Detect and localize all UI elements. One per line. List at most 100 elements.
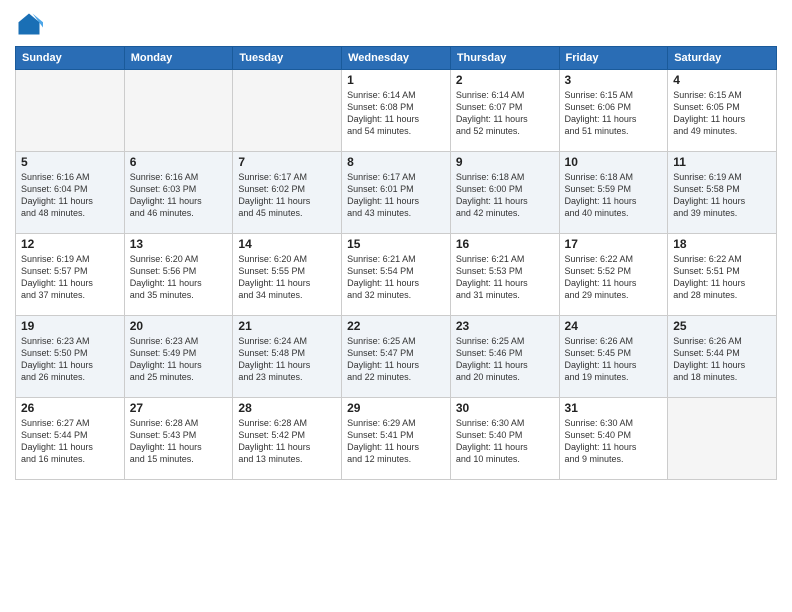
day-number: 6 bbox=[130, 155, 228, 169]
day-info: Sunrise: 6:28 AMSunset: 5:42 PMDaylight:… bbox=[238, 417, 336, 466]
calendar-cell: 22 Sunrise: 6:25 AMSunset: 5:47 PMDayligh… bbox=[342, 316, 451, 398]
day-number: 20 bbox=[130, 319, 228, 333]
day-number: 13 bbox=[130, 237, 228, 251]
calendar-cell bbox=[668, 398, 777, 480]
day-info: Sunrise: 6:14 AMSunset: 6:08 PMDaylight:… bbox=[347, 89, 445, 138]
weekday-thursday: Thursday bbox=[450, 47, 559, 70]
day-number: 19 bbox=[21, 319, 119, 333]
header bbox=[15, 10, 777, 38]
day-info: Sunrise: 6:20 AMSunset: 5:56 PMDaylight:… bbox=[130, 253, 228, 302]
day-number: 11 bbox=[673, 155, 771, 169]
weekday-wednesday: Wednesday bbox=[342, 47, 451, 70]
calendar-cell: 10 Sunrise: 6:18 AMSunset: 5:59 PMDayligh… bbox=[559, 152, 668, 234]
calendar-cell: 14 Sunrise: 6:20 AMSunset: 5:55 PMDayligh… bbox=[233, 234, 342, 316]
calendar-cell: 2 Sunrise: 6:14 AMSunset: 6:07 PMDaylight… bbox=[450, 70, 559, 152]
day-info: Sunrise: 6:22 AMSunset: 5:52 PMDaylight:… bbox=[565, 253, 663, 302]
day-info: Sunrise: 6:21 AMSunset: 5:53 PMDaylight:… bbox=[456, 253, 554, 302]
day-info: Sunrise: 6:16 AMSunset: 6:04 PMDaylight:… bbox=[21, 171, 119, 220]
day-number: 23 bbox=[456, 319, 554, 333]
day-info: Sunrise: 6:23 AMSunset: 5:49 PMDaylight:… bbox=[130, 335, 228, 384]
weekday-friday: Friday bbox=[559, 47, 668, 70]
day-number: 18 bbox=[673, 237, 771, 251]
calendar-cell: 4 Sunrise: 6:15 AMSunset: 6:05 PMDaylight… bbox=[668, 70, 777, 152]
day-info: Sunrise: 6:17 AMSunset: 6:01 PMDaylight:… bbox=[347, 171, 445, 220]
day-info: Sunrise: 6:19 AMSunset: 5:58 PMDaylight:… bbox=[673, 171, 771, 220]
day-number: 8 bbox=[347, 155, 445, 169]
day-info: Sunrise: 6:25 AMSunset: 5:46 PMDaylight:… bbox=[456, 335, 554, 384]
day-info: Sunrise: 6:14 AMSunset: 6:07 PMDaylight:… bbox=[456, 89, 554, 138]
day-number: 7 bbox=[238, 155, 336, 169]
day-number: 5 bbox=[21, 155, 119, 169]
calendar-cell: 7 Sunrise: 6:17 AMSunset: 6:02 PMDaylight… bbox=[233, 152, 342, 234]
calendar-cell: 17 Sunrise: 6:22 AMSunset: 5:52 PMDayligh… bbox=[559, 234, 668, 316]
calendar-cell: 20 Sunrise: 6:23 AMSunset: 5:49 PMDayligh… bbox=[124, 316, 233, 398]
calendar: SundayMondayTuesdayWednesdayThursdayFrid… bbox=[15, 46, 777, 480]
weekday-saturday: Saturday bbox=[668, 47, 777, 70]
day-number: 31 bbox=[565, 401, 663, 415]
day-info: Sunrise: 6:18 AMSunset: 6:00 PMDaylight:… bbox=[456, 171, 554, 220]
weekday-tuesday: Tuesday bbox=[233, 47, 342, 70]
calendar-cell: 27Sunrise: 6:28 AMSunset: 5:43 PMDayligh… bbox=[124, 398, 233, 480]
day-info: Sunrise: 6:28 AMSunset: 5:43 PMDaylight:… bbox=[130, 417, 228, 466]
day-number: 10 bbox=[565, 155, 663, 169]
day-number: 4 bbox=[673, 73, 771, 87]
calendar-cell: 11 Sunrise: 6:19 AMSunset: 5:58 PMDayligh… bbox=[668, 152, 777, 234]
calendar-cell: 30Sunrise: 6:30 AMSunset: 5:40 PMDayligh… bbox=[450, 398, 559, 480]
day-info: Sunrise: 6:22 AMSunset: 5:51 PMDaylight:… bbox=[673, 253, 771, 302]
calendar-cell bbox=[16, 70, 125, 152]
day-number: 14 bbox=[238, 237, 336, 251]
weekday-header-row: SundayMondayTuesdayWednesdayThursdayFrid… bbox=[16, 47, 777, 70]
day-number: 15 bbox=[347, 237, 445, 251]
day-number: 29 bbox=[347, 401, 445, 415]
day-number: 17 bbox=[565, 237, 663, 251]
calendar-cell: 12 Sunrise: 6:19 AMSunset: 5:57 PMDayligh… bbox=[16, 234, 125, 316]
day-info: Sunrise: 6:26 AMSunset: 5:44 PMDaylight:… bbox=[673, 335, 771, 384]
day-info: Sunrise: 6:23 AMSunset: 5:50 PMDaylight:… bbox=[21, 335, 119, 384]
calendar-cell: 23 Sunrise: 6:25 AMSunset: 5:46 PMDayligh… bbox=[450, 316, 559, 398]
day-number: 26 bbox=[21, 401, 119, 415]
day-info: Sunrise: 6:21 AMSunset: 5:54 PMDaylight:… bbox=[347, 253, 445, 302]
calendar-cell: 1Sunrise: 6:14 AMSunset: 6:08 PMDaylight… bbox=[342, 70, 451, 152]
day-info: Sunrise: 6:17 AMSunset: 6:02 PMDaylight:… bbox=[238, 171, 336, 220]
day-info: Sunrise: 6:20 AMSunset: 5:55 PMDaylight:… bbox=[238, 253, 336, 302]
day-info: Sunrise: 6:18 AMSunset: 5:59 PMDaylight:… bbox=[565, 171, 663, 220]
weekday-sunday: Sunday bbox=[16, 47, 125, 70]
day-number: 12 bbox=[21, 237, 119, 251]
day-info: Sunrise: 6:27 AMSunset: 5:44 PMDaylight:… bbox=[21, 417, 119, 466]
calendar-cell: 5 Sunrise: 6:16 AMSunset: 6:04 PMDaylight… bbox=[16, 152, 125, 234]
day-info: Sunrise: 6:24 AMSunset: 5:48 PMDaylight:… bbox=[238, 335, 336, 384]
weekday-monday: Monday bbox=[124, 47, 233, 70]
calendar-cell: 24Sunrise: 6:26 AMSunset: 5:45 PMDayligh… bbox=[559, 316, 668, 398]
day-info: Sunrise: 6:16 AMSunset: 6:03 PMDaylight:… bbox=[130, 171, 228, 220]
day-number: 21 bbox=[238, 319, 336, 333]
day-number: 24 bbox=[565, 319, 663, 333]
calendar-cell: 31Sunrise: 6:30 AMSunset: 5:40 PMDayligh… bbox=[559, 398, 668, 480]
calendar-cell: 19 Sunrise: 6:23 AMSunset: 5:50 PMDayligh… bbox=[16, 316, 125, 398]
calendar-cell: 21 Sunrise: 6:24 AMSunset: 5:48 PMDayligh… bbox=[233, 316, 342, 398]
day-number: 9 bbox=[456, 155, 554, 169]
calendar-cell: 13 Sunrise: 6:20 AMSunset: 5:56 PMDayligh… bbox=[124, 234, 233, 316]
day-info: Sunrise: 6:25 AMSunset: 5:47 PMDaylight:… bbox=[347, 335, 445, 384]
week-row-1: 1Sunrise: 6:14 AMSunset: 6:08 PMDaylight… bbox=[16, 70, 777, 152]
day-number: 30 bbox=[456, 401, 554, 415]
calendar-cell: 3Sunrise: 6:15 AMSunset: 6:06 PMDaylight… bbox=[559, 70, 668, 152]
calendar-cell bbox=[233, 70, 342, 152]
calendar-cell: 18 Sunrise: 6:22 AMSunset: 5:51 PMDayligh… bbox=[668, 234, 777, 316]
day-info: Sunrise: 6:15 AMSunset: 6:06 PMDaylight:… bbox=[565, 89, 663, 138]
calendar-cell: 28 Sunrise: 6:28 AMSunset: 5:42 PMDayligh… bbox=[233, 398, 342, 480]
day-number: 16 bbox=[456, 237, 554, 251]
day-info: Sunrise: 6:29 AMSunset: 5:41 PMDaylight:… bbox=[347, 417, 445, 466]
day-info: Sunrise: 6:19 AMSunset: 5:57 PMDaylight:… bbox=[21, 253, 119, 302]
calendar-cell: 15 Sunrise: 6:21 AMSunset: 5:54 PMDayligh… bbox=[342, 234, 451, 316]
week-row-5: 26 Sunrise: 6:27 AMSunset: 5:44 PMDayligh… bbox=[16, 398, 777, 480]
day-number: 25 bbox=[673, 319, 771, 333]
calendar-cell: 16 Sunrise: 6:21 AMSunset: 5:53 PMDayligh… bbox=[450, 234, 559, 316]
day-number: 2 bbox=[456, 73, 554, 87]
day-info: Sunrise: 6:15 AMSunset: 6:05 PMDaylight:… bbox=[673, 89, 771, 138]
week-row-4: 19 Sunrise: 6:23 AMSunset: 5:50 PMDayligh… bbox=[16, 316, 777, 398]
day-number: 22 bbox=[347, 319, 445, 333]
day-number: 28 bbox=[238, 401, 336, 415]
calendar-cell: 8 Sunrise: 6:17 AMSunset: 6:01 PMDaylight… bbox=[342, 152, 451, 234]
calendar-cell: 26 Sunrise: 6:27 AMSunset: 5:44 PMDayligh… bbox=[16, 398, 125, 480]
logo-icon bbox=[15, 10, 43, 38]
